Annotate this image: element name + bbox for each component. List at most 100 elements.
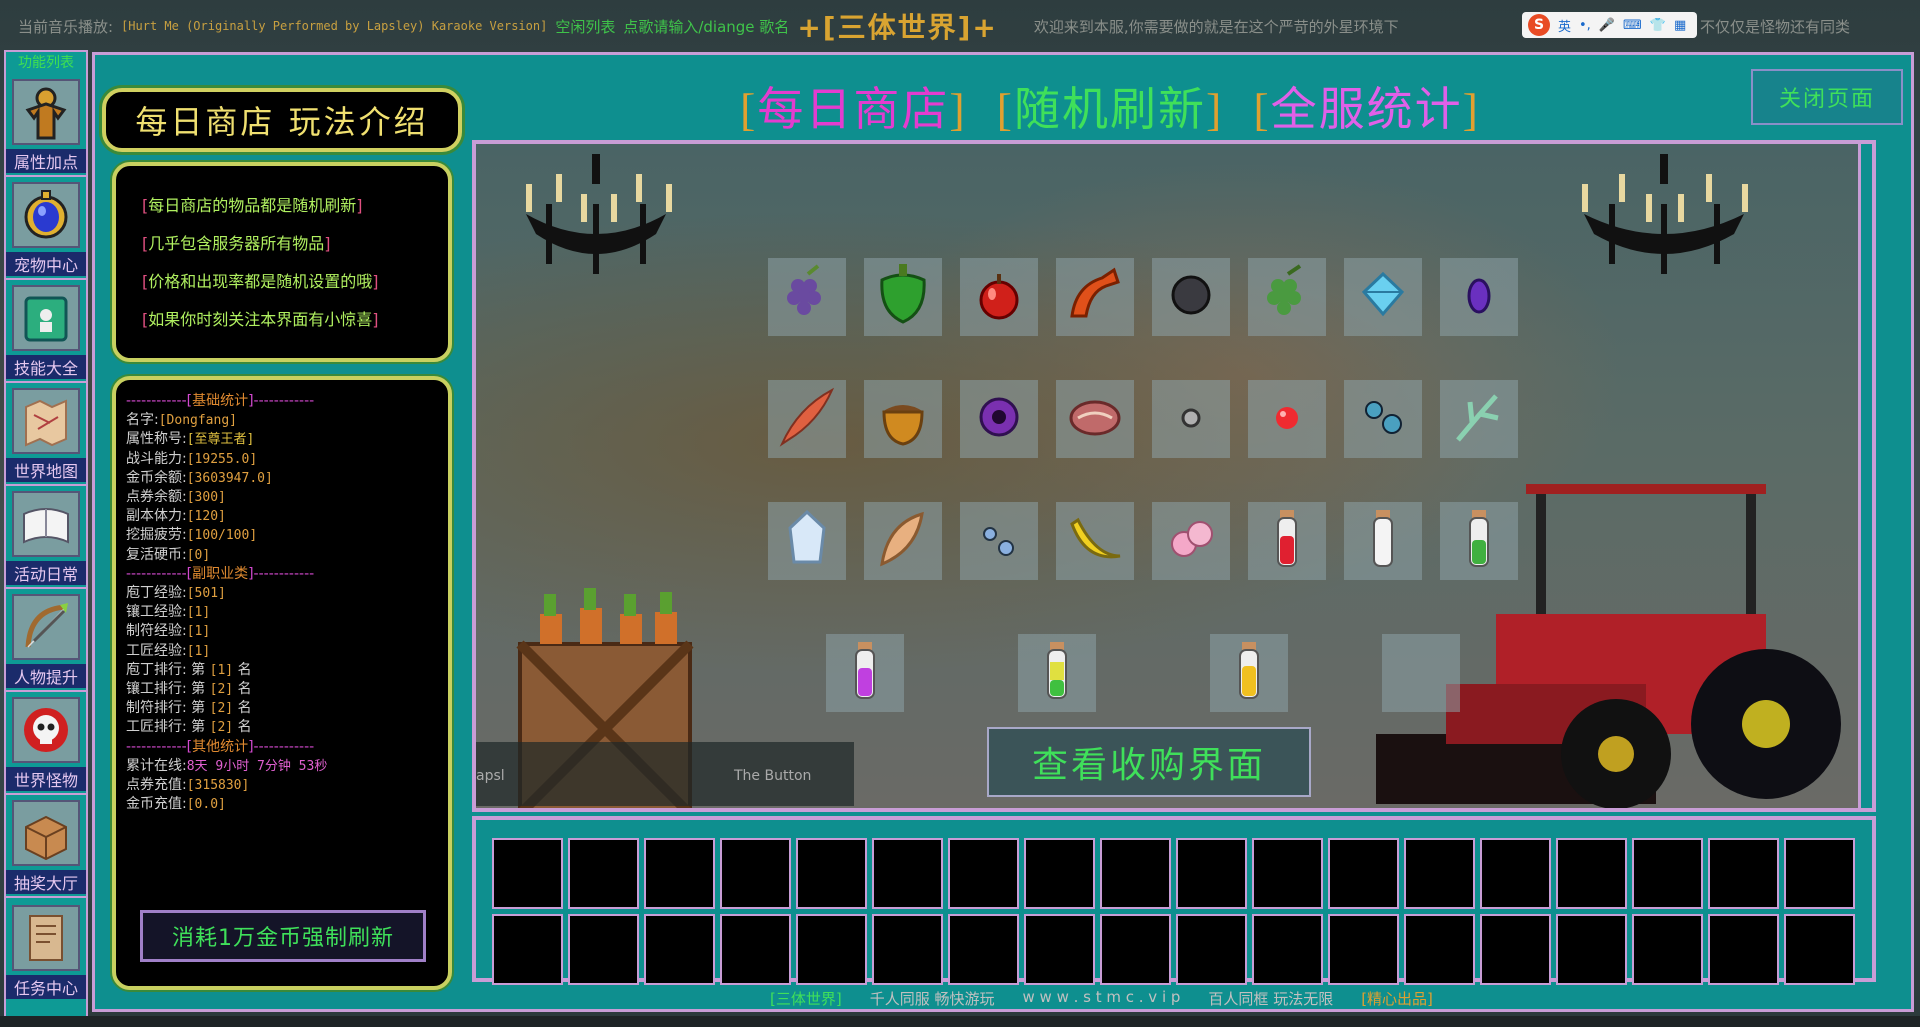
sidebar-item-daily-events[interactable]: 活动日常: [6, 486, 86, 589]
inventory-slot[interactable]: [1024, 914, 1095, 985]
shop-slot[interactable]: [1440, 258, 1518, 336]
sidebar-item-quests[interactable]: 任务中心: [6, 898, 86, 1001]
inventory-slot[interactable]: [1176, 914, 1247, 985]
shop-slot[interactable]: [1344, 502, 1422, 580]
inventory-slot[interactable]: [644, 914, 715, 985]
shop-slot[interactable]: [864, 380, 942, 458]
shop-slot[interactable]: [1248, 502, 1326, 580]
ime-mic-icon[interactable]: 🎤: [1599, 18, 1615, 33]
inventory-slot[interactable]: [568, 914, 639, 985]
shop-slot[interactable]: [960, 258, 1038, 336]
shop-slot[interactable]: [1056, 258, 1134, 336]
inventory-slot[interactable]: [492, 914, 563, 985]
shop-slot[interactable]: [864, 258, 942, 336]
ime-menu-icon[interactable]: ▦: [1674, 18, 1686, 33]
sidebar-item-lottery[interactable]: 抽奖大厅: [6, 795, 86, 898]
inventory-slot[interactable]: [568, 838, 639, 909]
shop-slot[interactable]: [1018, 634, 1096, 712]
inventory-slot[interactable]: [1632, 914, 1703, 985]
inventory-slot[interactable]: [1404, 914, 1475, 985]
shop-slot[interactable]: [1248, 258, 1326, 336]
inventory-slot[interactable]: [1176, 838, 1247, 909]
green-pepper-icon: [864, 256, 942, 338]
shop-slot[interactable]: [768, 502, 846, 580]
inventory-slot[interactable]: [492, 838, 563, 909]
inventory-slot[interactable]: [1708, 838, 1779, 909]
shop-slot[interactable]: [1440, 502, 1518, 580]
shop-slot[interactable]: [864, 502, 942, 580]
inventory-slot[interactable]: [1100, 838, 1171, 909]
inventory-slot[interactable]: [1252, 838, 1323, 909]
inventory-slot[interactable]: [1328, 838, 1399, 909]
ime-punct-icon[interactable]: •,: [1579, 18, 1591, 33]
sidebar-item-character-upgrade[interactable]: 人物提升: [6, 589, 86, 692]
close-page-button[interactable]: 关闭页面: [1751, 69, 1903, 125]
inventory-slot[interactable]: [644, 838, 715, 909]
shop-slot[interactable]: [768, 380, 846, 458]
shop-slot[interactable]: [960, 380, 1038, 458]
inventory-slot[interactable]: [1556, 838, 1627, 909]
inventory-slot[interactable]: [1784, 914, 1855, 985]
sidebar-item-label: 活动日常: [6, 561, 86, 585]
shop-slot[interactable]: [1440, 380, 1518, 458]
box-icon[interactable]: [12, 800, 80, 866]
inventory-slot[interactable]: [720, 838, 791, 909]
shop-slot[interactable]: [960, 502, 1038, 580]
shop-scrollbar[interactable]: [1858, 144, 1872, 808]
pink-pearls-icon: [1152, 500, 1230, 582]
inventory-slot[interactable]: [720, 914, 791, 985]
inventory-slot[interactable]: [1404, 838, 1475, 909]
inventory-slot[interactable]: [1100, 914, 1171, 985]
view-purchase-button[interactable]: 查看收购界面: [987, 727, 1311, 797]
shop-slot[interactable]: [1056, 380, 1134, 458]
inventory-slot[interactable]: [1252, 914, 1323, 985]
inventory-slot[interactable]: [1024, 838, 1095, 909]
inventory-slot[interactable]: [872, 838, 943, 909]
title-server-stats: [全服统计]: [1253, 84, 1480, 135]
inventory-slot[interactable]: [1632, 838, 1703, 909]
shop-slot[interactable]: [1382, 634, 1460, 712]
ime-keyboard-icon[interactable]: ⌨: [1623, 18, 1642, 33]
inventory-slot[interactable]: [948, 838, 1019, 909]
quest-book-icon[interactable]: [12, 905, 80, 971]
shop-slot[interactable]: [1210, 634, 1288, 712]
inventory-slot[interactable]: [948, 914, 1019, 985]
footer-site[interactable]: w w w . s t m c . v i p: [1023, 988, 1181, 1009]
shop-slot[interactable]: [826, 634, 904, 712]
open-book-icon[interactable]: [12, 491, 80, 557]
inventory-slot[interactable]: [1328, 914, 1399, 985]
shop-slot[interactable]: [1344, 380, 1422, 458]
sidebar-header: 功能列表: [18, 55, 74, 71]
shop-slot[interactable]: [1152, 258, 1230, 336]
shop-slot[interactable]: [1056, 502, 1134, 580]
sidebar-item-skills[interactable]: 技能大全: [6, 280, 86, 383]
inventory-slot[interactable]: [1784, 838, 1855, 909]
force-refresh-button[interactable]: 消耗1万金币强制刷新: [140, 910, 426, 962]
ime-skin-icon[interactable]: 👕: [1650, 18, 1666, 33]
shop-slot[interactable]: [768, 258, 846, 336]
skull-icon[interactable]: [12, 697, 80, 763]
inventory-slot[interactable]: [1480, 914, 1551, 985]
sidebar-item-world-monsters[interactable]: 世界怪物: [6, 692, 86, 795]
statue-icon[interactable]: [12, 79, 80, 145]
inventory-slot[interactable]: [1556, 914, 1627, 985]
shop-slot[interactable]: [1152, 502, 1230, 580]
shop-slot[interactable]: [1152, 380, 1230, 458]
sidebar-item-world-map[interactable]: 世界地图: [6, 383, 86, 486]
inventory-slot[interactable]: [1708, 914, 1779, 985]
ime-toolbar[interactable]: S 英 •, 🎤 ⌨ 👕 ▦: [1522, 12, 1697, 38]
inventory-slot[interactable]: [796, 838, 867, 909]
shop-slot[interactable]: [1248, 380, 1326, 458]
inventory-slot[interactable]: [1480, 838, 1551, 909]
gem-amulet-icon[interactable]: [12, 182, 80, 248]
inventory-slot[interactable]: [872, 914, 943, 985]
sidebar-item-attributes[interactable]: 属性加点: [6, 74, 86, 177]
sidebar-item-pets[interactable]: 宠物中心: [6, 177, 86, 280]
skill-book-icon[interactable]: [12, 285, 80, 351]
shop-slot[interactable]: [1344, 258, 1422, 336]
sogou-logo-icon[interactable]: S: [1528, 14, 1550, 36]
inventory-slot[interactable]: [796, 914, 867, 985]
bow-icon[interactable]: [12, 594, 80, 660]
map-scroll-icon[interactable]: [12, 388, 80, 454]
ime-lang[interactable]: 英: [1558, 16, 1571, 35]
